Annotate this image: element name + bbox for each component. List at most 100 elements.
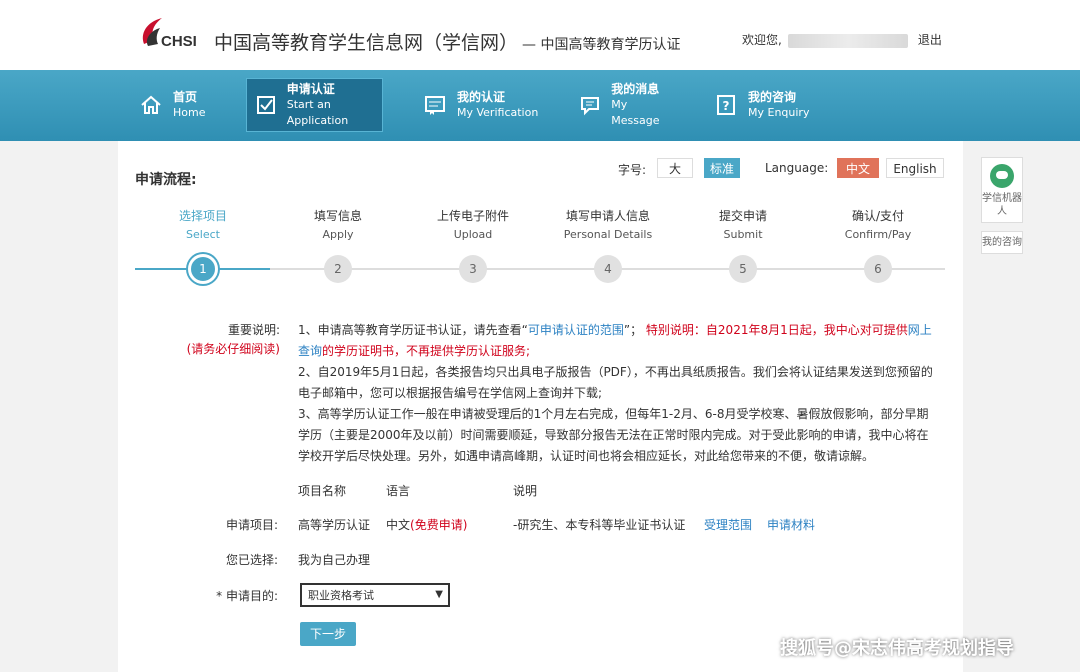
project-row-label: 申请项目:	[225, 518, 278, 532]
notes-label-sub: (请务必仔细阅读)	[186, 342, 280, 356]
nav-my-verification[interactable]: 我的认证 My Verification	[422, 78, 542, 132]
progress-steps: 选择项目 Select 1 填写信息 Apply 2 上传电子附件 Upload…	[135, 206, 945, 286]
step-1-circle: 1	[188, 254, 218, 284]
choice-value: 我为自己办理	[298, 553, 371, 567]
nav-start-en: Start an Application	[286, 98, 349, 127]
consult-widget[interactable]: 我的咨询	[981, 231, 1023, 254]
font-big-button[interactable]: 大	[657, 158, 693, 178]
lang-en-button[interactable]: English	[886, 158, 944, 178]
nav-my-message[interactable]: 我的消息 My Message	[577, 78, 677, 132]
side-widgets: 学信机器人 我的咨询	[981, 157, 1023, 262]
logout-link[interactable]: 退出	[918, 33, 942, 47]
top-header: CHSI 中国高等教育学生信息网（学信网） — 中国高等教育学历认证 欢迎您, 退出	[0, 0, 1080, 70]
step-3-circle: 3	[459, 255, 487, 283]
nav-home-en: Home	[173, 106, 206, 119]
free-badge: (免费申请)	[410, 518, 468, 532]
watermark: 搜狐号@宋志伟高考规划指导	[780, 638, 1014, 659]
nav-verification-zh: 我的认证	[457, 90, 506, 104]
step-4-zh: 填写申请人信息	[565, 209, 650, 223]
nav-message-en: My Message	[611, 98, 660, 127]
nav-enquiry-en: My Enquiry	[748, 106, 810, 119]
home-icon	[138, 92, 164, 118]
note-1-red-b: 的学历证明书，不再提供学历认证服务;	[322, 344, 531, 358]
step-2: 填写信息 Apply	[270, 206, 406, 244]
nav-home[interactable]: 首页 Home	[138, 78, 228, 132]
step-2-en: Apply	[322, 228, 354, 241]
nav-start-application[interactable]: 申请认证 Start an Application	[246, 78, 383, 132]
font-size-label: 字号:	[618, 163, 647, 177]
flow-title: 申请流程:	[135, 172, 197, 188]
note-1-b: ”；	[623, 323, 643, 337]
step-3-en: Upload	[453, 228, 493, 241]
main-nav: 首页 Home 申请认证 Start an Application 我的认证 My V…	[0, 70, 1080, 141]
main-panel: 申请流程: 字号: 大 标准 Language: 中文 English 选择项目…	[118, 141, 963, 672]
materials-link[interactable]: 申请材料	[767, 516, 815, 533]
logo-text: CHSI	[161, 33, 197, 50]
nav-start-zh: 申请认证	[286, 82, 335, 96]
note-1-a: 1、申请高等教育学历证书认证，请先查看“	[298, 323, 528, 337]
font-standard-button[interactable]: 标准	[704, 158, 740, 178]
step-5-circle: 5	[729, 255, 757, 283]
site-title[interactable]: 中国高等教育学生信息网（学信网） — 中国高等教育学历认证	[214, 28, 680, 55]
step-3: 上传电子附件 Upload	[405, 206, 541, 244]
col-header-lang: 语言	[386, 484, 411, 498]
question-icon: ?	[713, 92, 739, 118]
language-label: Language:	[765, 161, 829, 175]
note-1-red-a: 特别说明：自2021年8月1日起，我中心对可提供	[645, 323, 908, 337]
notes-label-main: 重要说明:	[227, 323, 280, 337]
project-name: 高等学历认证	[298, 518, 371, 532]
robot-icon	[990, 164, 1014, 188]
step-5: 提交申请 Submit	[675, 206, 811, 244]
user-name-blurred	[787, 33, 908, 48]
col-header-name: 项目名称	[298, 484, 347, 498]
nav-message-zh: 我的消息	[611, 82, 660, 96]
note-3: 3、高等学历认证工作一般在申请被受理后的1个月左右完成，但每年1-2月、6-8月…	[298, 407, 929, 463]
welcome-text: 欢迎您,	[742, 33, 782, 47]
step-6: 确认/支付 Confirm/Pay	[810, 206, 946, 244]
purpose-selected-value: 职业资格考试	[308, 589, 374, 602]
nav-my-enquiry[interactable]: ? 我的咨询 My Enquiry	[713, 78, 813, 132]
project-desc: -研究生、本专科等毕业证书认证	[513, 518, 686, 532]
step-4-en: Personal Details	[563, 228, 653, 241]
robot-label: 学信机器人	[982, 193, 1022, 217]
choice-label: 您已选择:	[225, 553, 278, 567]
consult-label: 我的咨询	[982, 237, 1022, 248]
step-4: 填写申请人信息 Personal Details	[540, 206, 676, 244]
next-step-button[interactable]: 下一步	[300, 622, 356, 646]
welcome-area: 欢迎您, 退出	[742, 31, 942, 48]
note-2: 2、自2019年5月1日起，各类报告均只出具电子版报告（PDF），不再出具纸质报…	[298, 365, 933, 400]
svg-text:?: ?	[723, 99, 730, 113]
step-5-zh: 提交申请	[718, 209, 767, 223]
certificate-icon	[422, 92, 448, 118]
purpose-label: * 申请目的:	[216, 589, 278, 603]
step-2-circle: 2	[324, 255, 352, 283]
step-6-zh: 确认/支付	[851, 209, 905, 223]
purpose-select[interactable]: 职业资格考试 ▼	[300, 583, 450, 607]
step-6-en: Confirm/Pay	[844, 228, 912, 241]
nav-verification-en: My Verification	[457, 106, 539, 119]
site-title-main: 中国高等教育学生信息网（学信网）	[214, 32, 519, 54]
scope-link[interactable]: 可申请认证的范围	[528, 323, 624, 337]
robot-widget[interactable]: 学信机器人	[981, 157, 1023, 223]
step-1-en: Select	[186, 228, 220, 241]
step-5-en: Submit	[723, 228, 763, 241]
site-subtitle: — 中国高等教育学历认证	[522, 37, 681, 53]
notes-label: 重要说明: (请务必仔细阅读)	[168, 321, 280, 359]
scope-range-link[interactable]: 受理范围	[704, 516, 752, 533]
lang-zh-button[interactable]: 中文	[837, 158, 879, 178]
step-4-circle: 4	[594, 255, 622, 283]
note-1: 1、申请高等教育学历证书认证，请先查看“可申请认证的范围”； 特别说明：自202…	[298, 320, 938, 362]
col-header-desc: 说明	[513, 484, 538, 498]
step-1-zh: 选择项目	[178, 209, 227, 223]
nav-enquiry-zh: 我的咨询	[748, 90, 797, 104]
step-6-circle: 6	[864, 255, 892, 283]
chat-icon	[577, 92, 602, 118]
step-3-zh: 上传电子附件	[436, 209, 509, 223]
notes-text: 1、申请高等教育学历证书认证，请先查看“可申请认证的范围”； 特别说明：自202…	[298, 320, 938, 467]
checkbox-icon	[255, 92, 278, 118]
nav-home-zh: 首页	[173, 90, 198, 104]
step-2-zh: 填写信息	[313, 209, 362, 223]
chevron-down-icon: ▼	[435, 589, 443, 600]
project-lang: 中文(免费申请)	[386, 516, 467, 533]
step-1: 选择项目 Select	[135, 206, 271, 244]
